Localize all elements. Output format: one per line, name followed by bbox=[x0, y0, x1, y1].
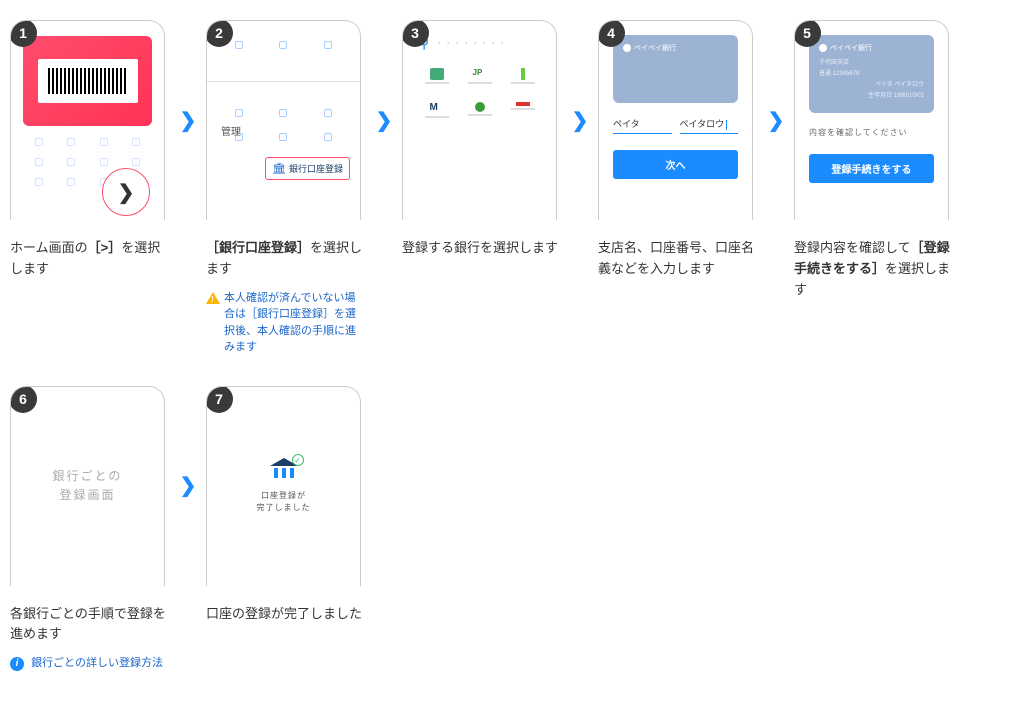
phone-frame-4: 4 ペイペイ銀行 ペイタ ペイタロウ 次へ bbox=[598, 20, 753, 220]
step-description: 登録する銀行を選択します bbox=[402, 238, 562, 259]
card-chip-icon bbox=[623, 44, 631, 52]
step-description: ［銀行口座登録］を選択します bbox=[206, 238, 366, 280]
bank-option[interactable] bbox=[419, 68, 454, 84]
barcode-icon bbox=[38, 59, 138, 103]
phone-frame-6: 6 銀行ごとの 登録画面 bbox=[10, 386, 165, 586]
info-note: i 銀行ごとの詳しい登録方法 bbox=[10, 655, 170, 672]
step-2: 2 管理 🏛 銀行口座登録 bbox=[206, 20, 366, 356]
bank-option[interactable] bbox=[505, 68, 540, 84]
step-7: 7 ✓ 口座登録が 完了しました 口座の登録が完了しました bbox=[206, 386, 366, 625]
bank-icon: 🏛 bbox=[272, 162, 286, 175]
bank-option[interactable] bbox=[462, 102, 497, 118]
search-placeholder: ・・・・・・・・ bbox=[435, 38, 507, 49]
chevron-right-icon: ❯ bbox=[118, 180, 135, 205]
step-6: 6 銀行ごとの 登録画面 各銀行ごとの手順で登録を進めます i 銀行ごとの詳しい… bbox=[10, 386, 170, 672]
bank-card: ペイペイ銀行 bbox=[613, 35, 738, 103]
phone-frame-1: 1 ❯ bbox=[10, 20, 165, 220]
bank-card-confirm: ペイペイ銀行 千代田支店 普通 12345678 ペイタ ペイタロウ 生年月日 … bbox=[809, 35, 934, 113]
next-button[interactable]: 次へ bbox=[613, 150, 738, 179]
chevron-right-icon: ❯ bbox=[170, 20, 206, 220]
steps-container: 1 ❯ ホーム画面の［>］を選択します ❯ bbox=[10, 20, 1009, 702]
info-icon: i bbox=[10, 657, 24, 671]
button-label: 銀行口座登録 bbox=[289, 162, 343, 175]
step-5: 5 ペイペイ銀行 千代田支店 普通 12345678 ペイタ ペイタロウ 生年月… bbox=[794, 20, 954, 300]
next-circle-button[interactable]: ❯ bbox=[102, 168, 150, 216]
card-bank-name: ペイペイ銀行 bbox=[830, 43, 872, 53]
bank-register-button[interactable]: 🏛 銀行口座登録 bbox=[265, 157, 350, 180]
step-badge: 6 bbox=[10, 386, 37, 413]
bank-option[interactable] bbox=[505, 102, 540, 118]
step-4: 4 ペイペイ銀行 ペイタ ペイタロウ 次へ 支店名、口座番号、口座名義な bbox=[598, 20, 758, 280]
step-description: ホーム画面の［>］を選択します bbox=[10, 238, 170, 280]
bank-option[interactable]: JP bbox=[462, 68, 497, 84]
step-3: 3 ⚲ ・・・・・・・・ JP M 登録する銀行を bbox=[402, 20, 562, 259]
step-description: 各銀行ごとの手順で登録を進めます bbox=[10, 604, 170, 646]
phone-frame-5: 5 ペイペイ銀行 千代田支店 普通 12345678 ペイタ ペイタロウ 生年月… bbox=[794, 20, 949, 220]
step-1: 1 ❯ ホーム画面の［>］を選択します bbox=[10, 20, 170, 280]
bank-option[interactable]: M bbox=[419, 102, 454, 118]
card-chip-icon bbox=[819, 44, 827, 52]
lastname-input[interactable]: ペイタ bbox=[613, 117, 672, 134]
payment-card bbox=[23, 36, 152, 126]
phone-frame-2: 2 管理 🏛 銀行口座登録 bbox=[206, 20, 361, 220]
step-badge: 7 bbox=[206, 386, 233, 413]
warning-icon bbox=[206, 292, 220, 304]
chevron-right-icon: ❯ bbox=[758, 20, 794, 220]
chevron-right-icon: ❯ bbox=[562, 20, 598, 220]
step-description: 支店名、口座番号、口座名義などを入力します bbox=[598, 238, 758, 280]
bank-specific-screen: 銀行ごとの 登録画面 bbox=[11, 387, 164, 586]
details-link[interactable]: 銀行ごとの詳しい登録方法 bbox=[31, 657, 163, 669]
bank-complete-icon: ✓ bbox=[270, 458, 298, 482]
step-description: 登録内容を確認して［登録手続きをする］を選択します bbox=[794, 238, 954, 300]
card-bank-name: ペイペイ銀行 bbox=[634, 43, 676, 53]
complete-message: 口座登録が 完了しました bbox=[257, 490, 311, 514]
chevron-right-icon: ❯ bbox=[366, 20, 402, 220]
confirm-message: 内容を確認してください bbox=[809, 127, 934, 138]
warning-note: 本人確認が済んでいない場合は［銀行口座登録］を選択後、本人確認の手順に進みます bbox=[206, 290, 366, 356]
chevron-right-icon: ❯ bbox=[170, 386, 206, 586]
section-label: 管理 bbox=[221, 123, 241, 138]
phone-frame-3: 3 ⚲ ・・・・・・・・ JP M bbox=[402, 20, 557, 220]
step-description: 口座の登録が完了しました bbox=[206, 604, 366, 625]
register-button[interactable]: 登録手続きをする bbox=[809, 154, 934, 183]
phone-frame-7: 7 ✓ 口座登録が 完了しました bbox=[206, 386, 361, 586]
bank-grid: JP M bbox=[419, 68, 540, 118]
search-bar[interactable]: ⚲ ・・・・・・・・ bbox=[419, 35, 540, 52]
firstname-input[interactable]: ペイタロウ bbox=[680, 117, 739, 134]
check-icon: ✓ bbox=[292, 454, 304, 466]
